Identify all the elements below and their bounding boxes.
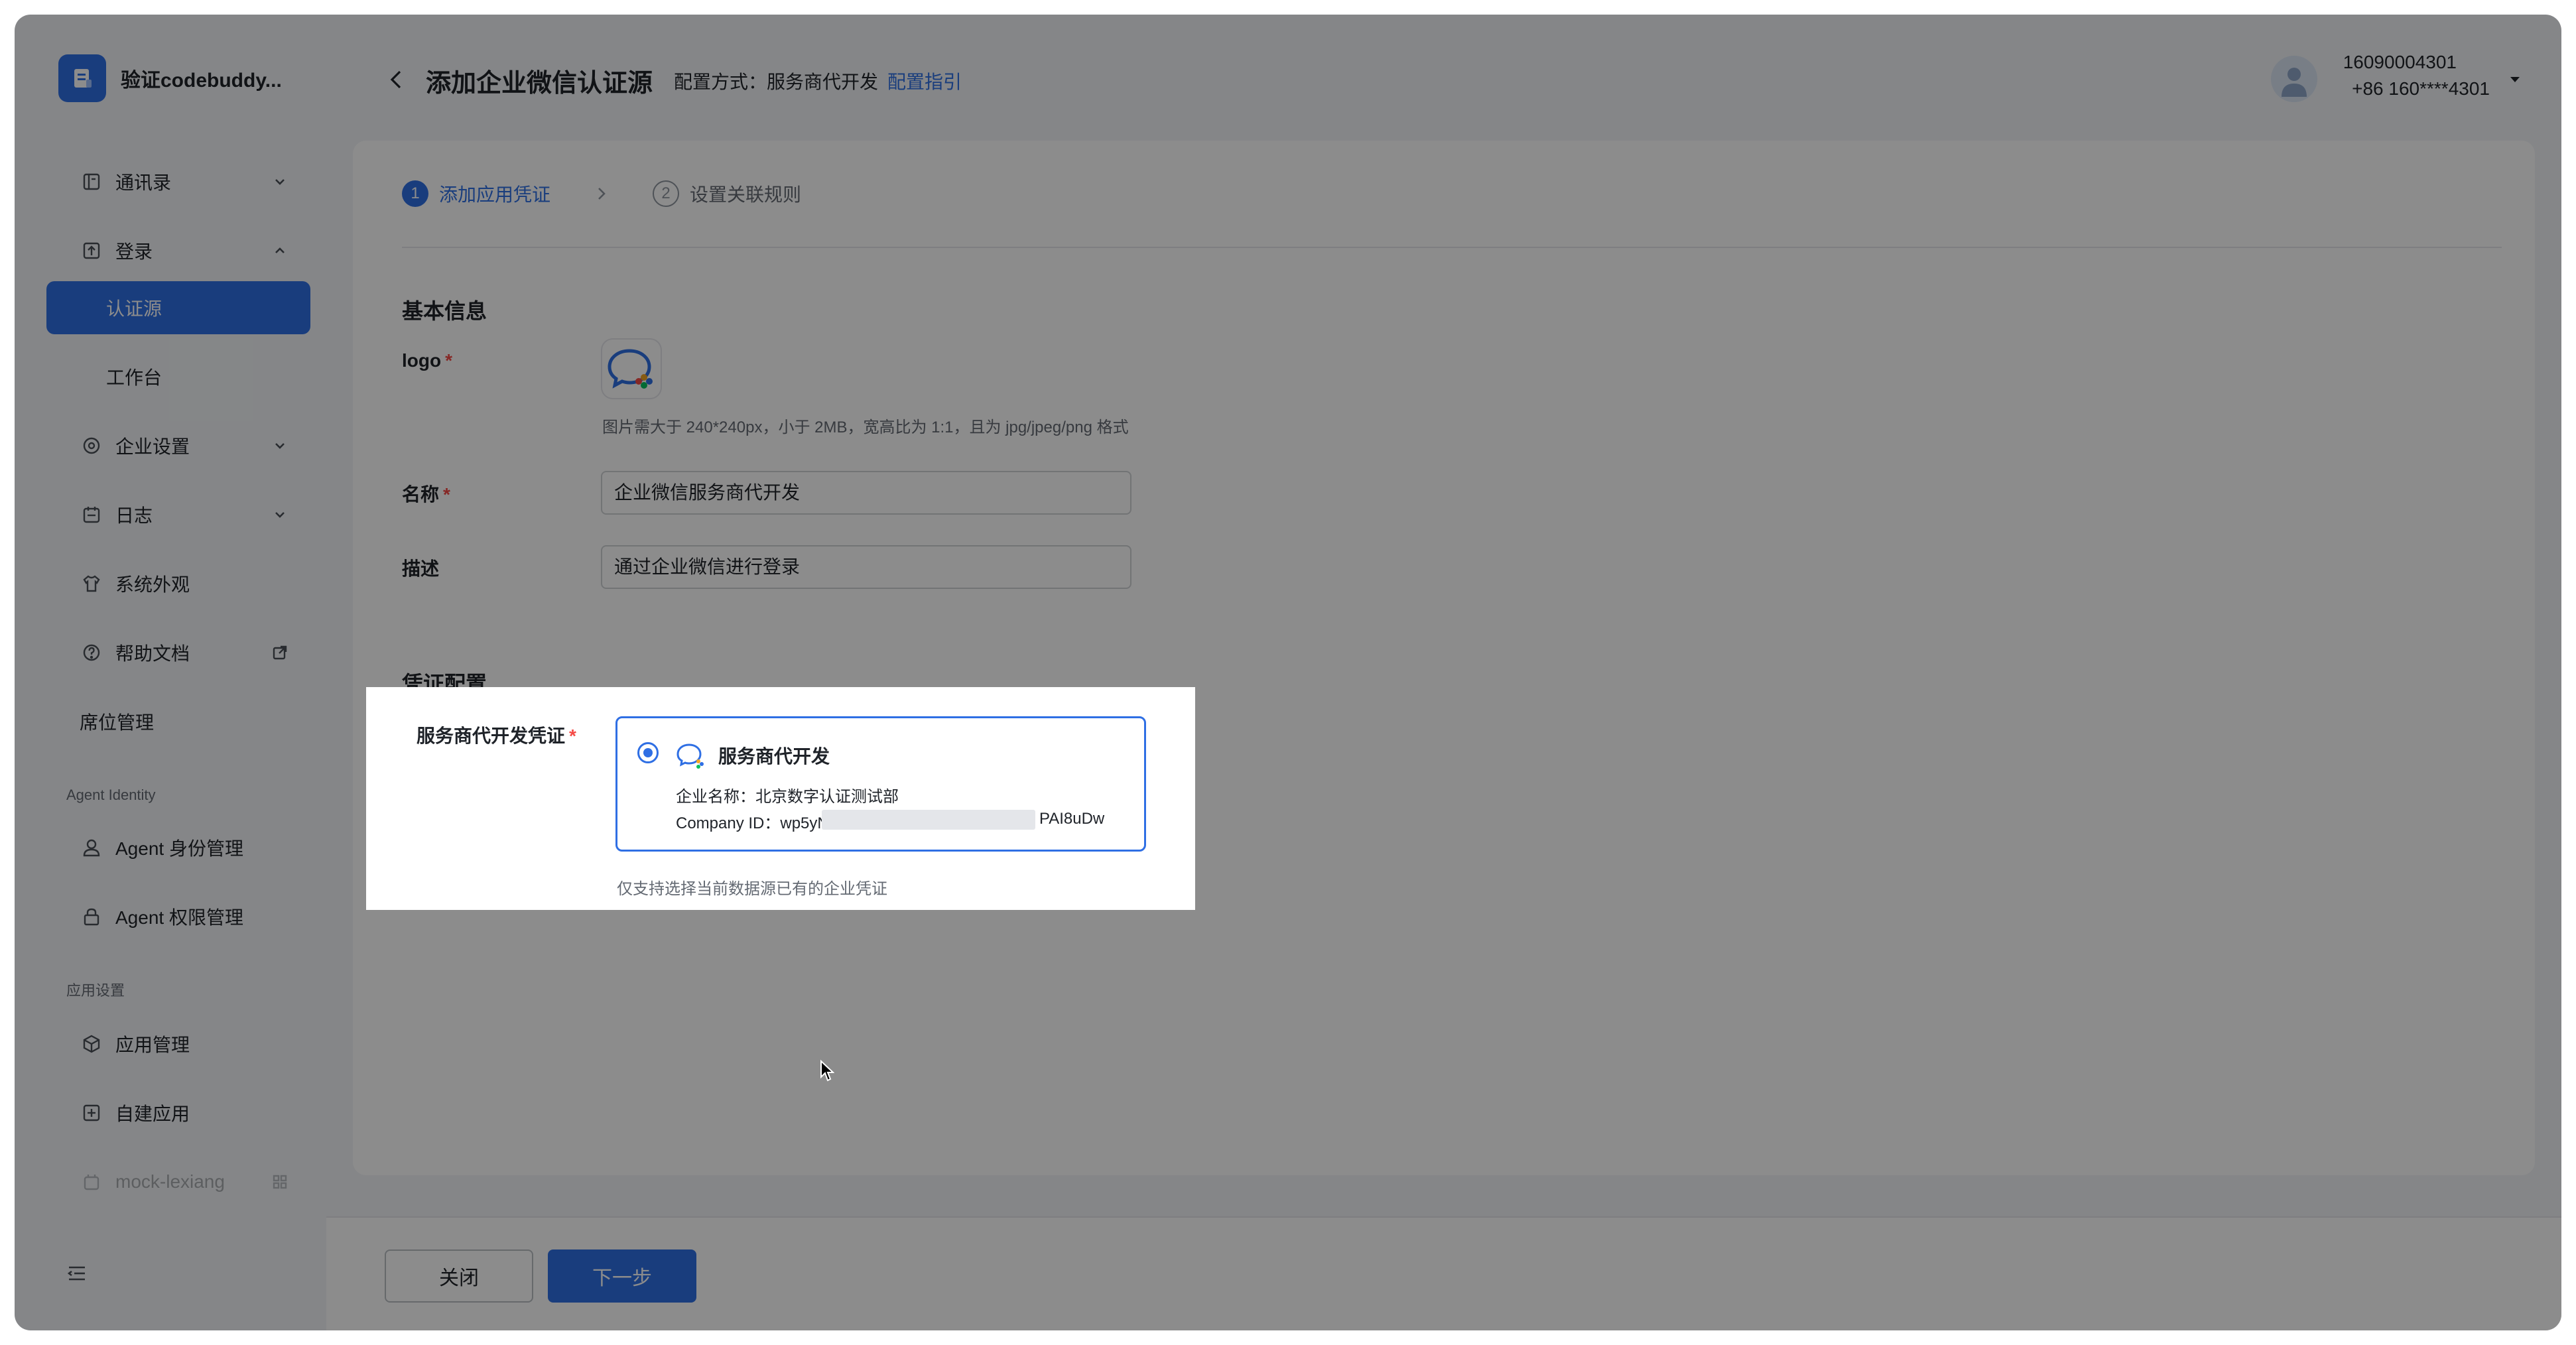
- step-2-number: 2: [653, 180, 680, 207]
- settings-icon: [81, 435, 102, 456]
- sidebar-item-workbench[interactable]: 工作台: [46, 350, 310, 403]
- sidebar-item-label: 日志: [115, 505, 153, 526]
- sidebar-item-label: 系统外观: [115, 574, 190, 595]
- redacted-block: [822, 810, 1035, 830]
- sidebar-item-label: 应用管理: [115, 1035, 190, 1055]
- logo-upload[interactable]: [601, 338, 662, 399]
- page-title: 添加企业微信认证源: [426, 70, 653, 97]
- chevron-up-icon: [275, 247, 285, 253]
- login-icon: [81, 240, 102, 261]
- logo-hint: 图片需大于 240*240px，小于 2MB，宽高比为 1:1，且为 jpg/j…: [602, 418, 1129, 436]
- help-icon: [81, 642, 102, 663]
- credential-option-title: 服务商代开发: [718, 746, 830, 767]
- credential-label: 服务商代开发凭证 *: [417, 726, 576, 746]
- sidebar-item-seat-management[interactable]: 席位管理: [46, 695, 310, 748]
- app-window: 验证codebuddy... 通讯录 登录 认证源 工作台 企业设置 日志 系统…: [15, 15, 2561, 1330]
- user-avatar-icon: [2282, 68, 2307, 97]
- sidebar-item-mock-lexiang[interactable]: mock-lexiang: [46, 1155, 310, 1208]
- page-header: 添加企业微信认证源 配置方式：服务商代开发 配置指引 16090004301 +…: [326, 15, 2561, 127]
- chevron-down-icon: [275, 512, 285, 518]
- wecom-icon: [676, 743, 704, 769]
- sidebar-item-agent-permissions[interactable]: Agent 权限管理: [46, 890, 310, 943]
- sidebar-item-agent-identity[interactable]: Agent 身份管理: [46, 821, 310, 874]
- section-label-app: 应用设置: [66, 982, 125, 999]
- name-label: 名称 *: [402, 484, 450, 505]
- mouse-cursor-icon: [820, 1060, 834, 1082]
- sidebar-item-app-management[interactable]: 应用管理: [46, 1017, 310, 1070]
- credential-radio[interactable]: [637, 742, 659, 763]
- credential-option-card[interactable]: 服务商代开发 企业名称：北京数字认证测试部 Company ID：wp5yN P…: [615, 716, 1146, 852]
- credential-hint: 仅支持选择当前数据源已有的企业凭证: [617, 880, 887, 898]
- add-box-icon: [81, 1102, 102, 1123]
- sidebar-item-label: Agent 身份管理: [115, 838, 243, 859]
- logo-label: logo *: [402, 350, 452, 371]
- sidebar-item-contacts[interactable]: 通讯录: [46, 155, 310, 208]
- app-icon: [81, 1171, 102, 1192]
- credential-highlight: 服务商代开发凭证 * 服务商代开发 企业名称：北京数字认证测试部 Company …: [366, 687, 1195, 910]
- sidebar-item-logs[interactable]: 日志: [46, 488, 310, 541]
- cube-icon: [81, 1033, 102, 1055]
- radio-selected-dot: [643, 748, 653, 757]
- lock-icon: [81, 906, 102, 927]
- section-title-basic: 基本信息: [402, 299, 487, 323]
- user-icon: [81, 837, 102, 858]
- user-name[interactable]: 16090004301: [2343, 52, 2457, 73]
- sidebar-item-label: 登录: [115, 241, 153, 262]
- section-label-agent: Agent Identity: [66, 787, 156, 803]
- footer-dim: [326, 1216, 2561, 1330]
- calendar-icon: [81, 504, 102, 525]
- sidebar-item-label: 席位管理: [80, 712, 155, 733]
- name-input[interactable]: 企业微信服务商代开发: [601, 471, 1131, 515]
- wecom-logo-icon: [608, 349, 653, 389]
- sidebar-item-help-docs[interactable]: 帮助文档: [46, 626, 310, 679]
- app-name: 验证codebuddy...: [121, 70, 282, 92]
- sidebar-item-label: Agent 权限管理: [115, 907, 243, 928]
- sidebar-item-enterprise-settings[interactable]: 企业设置: [46, 419, 310, 472]
- avatar[interactable]: [2271, 56, 2317, 102]
- sidebar-item-appearance[interactable]: 系统外观: [46, 557, 310, 610]
- sidebar-item-label: 自建应用: [115, 1104, 190, 1124]
- shirt-icon: [81, 573, 102, 594]
- caret-down-icon[interactable]: [2506, 70, 2524, 89]
- company-id-suffix: PAI8uDw: [1039, 810, 1105, 828]
- sidebar-item-custom-apps[interactable]: 自建应用: [46, 1086, 310, 1139]
- sidebar-item-label: 工作台: [106, 367, 162, 388]
- stepper: 1 添加应用凭证 2 设置关联规则: [402, 180, 801, 207]
- grid-icon: [273, 1175, 287, 1189]
- chevron-right-icon: [598, 188, 606, 200]
- collapse-sidebar-icon[interactable]: [65, 1261, 89, 1285]
- step-1-number: 1: [402, 180, 428, 207]
- description-label: 描述: [402, 558, 440, 579]
- sidebar-item-label: 企业设置: [115, 436, 190, 457]
- main-content: 1 添加应用凭证 2 设置关联规则 基本信息 logo * 图片需大于 240*2…: [353, 141, 2535, 1175]
- external-link-icon: [273, 645, 287, 660]
- description-input[interactable]: 通过企业微信进行登录: [601, 545, 1131, 589]
- user-phone: +86 160****4301: [2352, 78, 2490, 99]
- chevron-down-icon: [275, 443, 285, 449]
- company-id-prefix: Company ID：wp5yN: [676, 814, 829, 832]
- contacts-icon: [81, 171, 102, 192]
- chevron-down-icon: [275, 179, 285, 185]
- config-guide-link[interactable]: 配置指引: [887, 68, 962, 94]
- back-arrow-icon[interactable]: [383, 66, 410, 93]
- config-mode-text: 配置方式：服务商代开发: [674, 72, 879, 92]
- sidebar-item-label: 帮助文档: [115, 643, 190, 664]
- sidebar-item-login[interactable]: 登录: [46, 224, 310, 277]
- sidebar-item-label: 通讯录: [115, 172, 172, 193]
- sidebar-item-label: 认证源: [106, 298, 162, 319]
- step-1-label: 添加应用凭证: [439, 184, 551, 205]
- brand[interactable]: 验证codebuddy...: [58, 53, 282, 103]
- sidebar: 验证codebuddy... 通讯录 登录 认证源 工作台 企业设置 日志 系统…: [15, 15, 326, 1330]
- divider: [402, 247, 2502, 248]
- step-2-label: 设置关联规则: [690, 184, 802, 205]
- sidebar-item-label: mock-lexiang: [115, 1171, 225, 1192]
- company-name: 企业名称：北京数字认证测试部: [676, 788, 899, 806]
- app-logo-icon: [58, 54, 106, 102]
- sidebar-item-auth-source[interactable]: 认证源: [46, 281, 310, 334]
